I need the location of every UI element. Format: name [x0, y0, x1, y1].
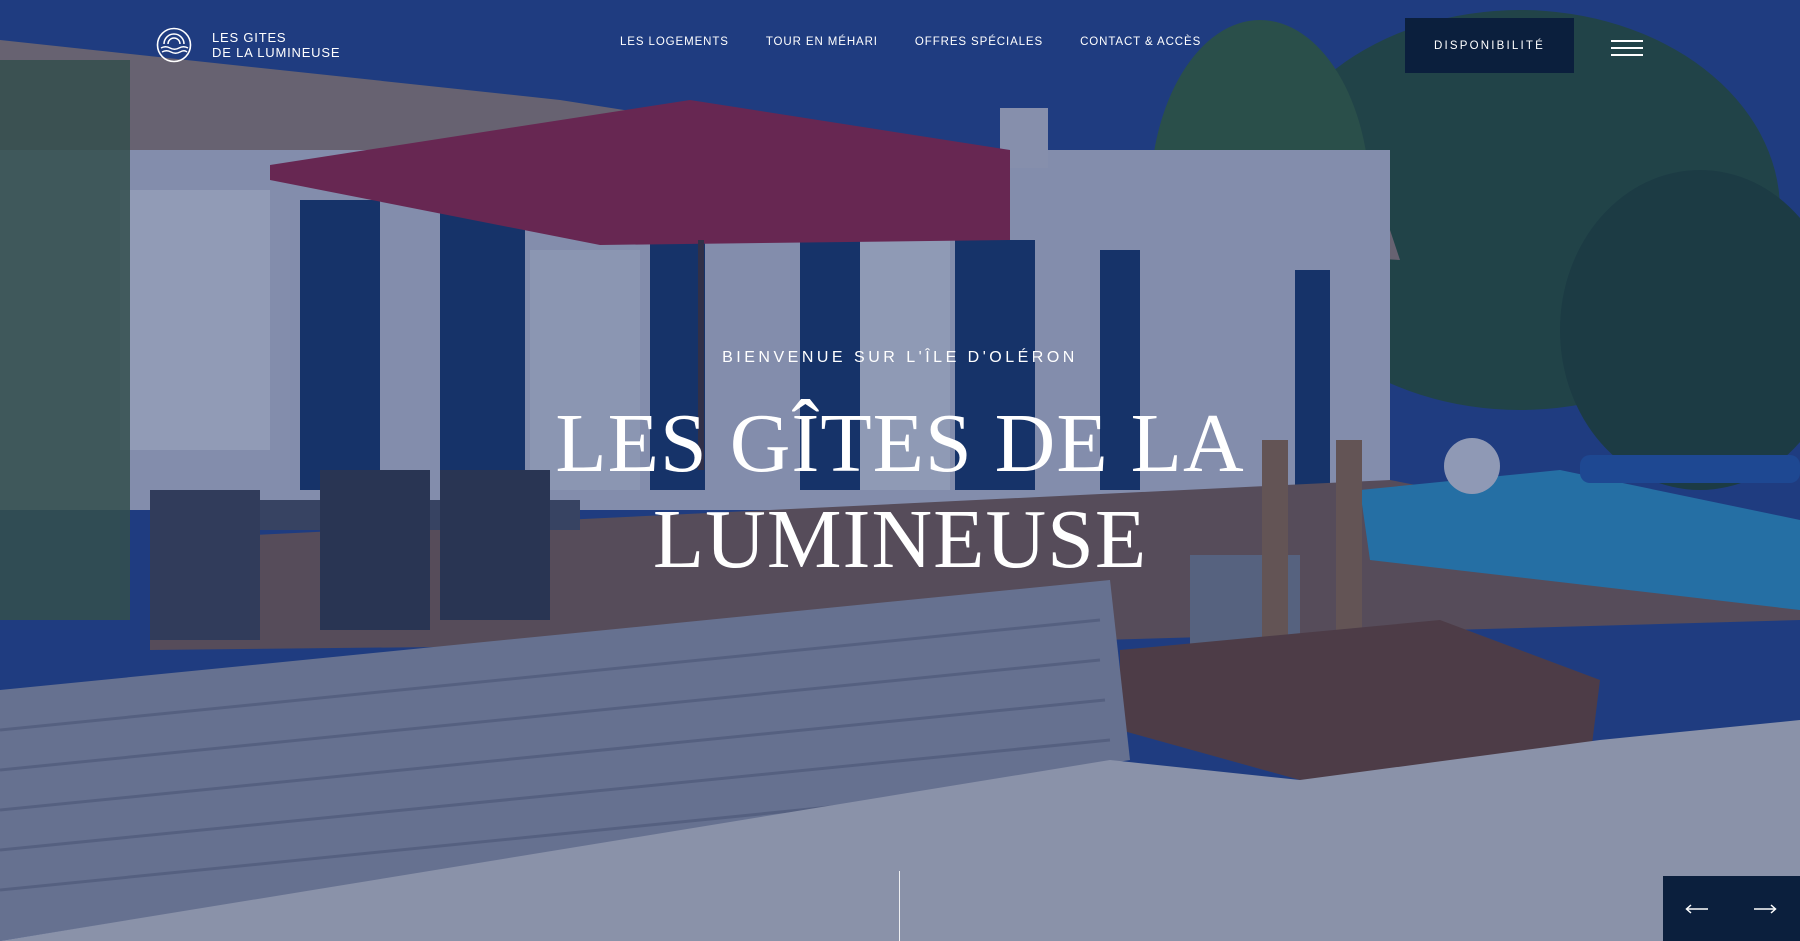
slider-prev-button[interactable]: [1663, 876, 1731, 941]
availability-button[interactable]: DISPONIBILITÉ: [1405, 18, 1574, 73]
sun-waves-logo-icon: [156, 27, 192, 63]
hero-title-line-1: LES GÎTES DE LA: [555, 397, 1245, 490]
main-navigation: LES LOGEMENTS TOUR EN MÉHARI OFFRES SPÉC…: [620, 36, 1238, 48]
slider-controls: [1663, 876, 1800, 941]
logo-line-1: LES GITES: [212, 30, 287, 45]
hero-title: LES GÎTES DE LA LUMINEUSE: [0, 396, 1800, 588]
hero-title-line-2: LUMINEUSE: [652, 493, 1148, 586]
slider-next-button[interactable]: [1731, 876, 1799, 941]
nav-link-logements[interactable]: LES LOGEMENTS: [620, 36, 729, 48]
logo-line-2: DE LA LUMINEUSE: [212, 45, 341, 60]
scroll-indicator: [899, 871, 900, 941]
hero-eyebrow: BIENVENUE SUR L'ÎLE D'OLÉRON: [722, 349, 1078, 366]
logo-text: LES GITES DE LA LUMINEUSE: [212, 30, 340, 60]
nav-link-tour-mehari[interactable]: TOUR EN MÉHARI: [766, 36, 878, 48]
hamburger-menu-icon[interactable]: [1611, 40, 1643, 56]
nav-link-contact[interactable]: CONTACT & ACCÈS: [1080, 36, 1201, 48]
site-logo[interactable]: LES GITES DE LA LUMINEUSE: [156, 27, 340, 63]
arrow-right-icon: [1754, 903, 1777, 914]
nav-link-offres[interactable]: OFFRES SPÉCIALES: [915, 36, 1043, 48]
arrow-left-icon: [1685, 903, 1708, 914]
